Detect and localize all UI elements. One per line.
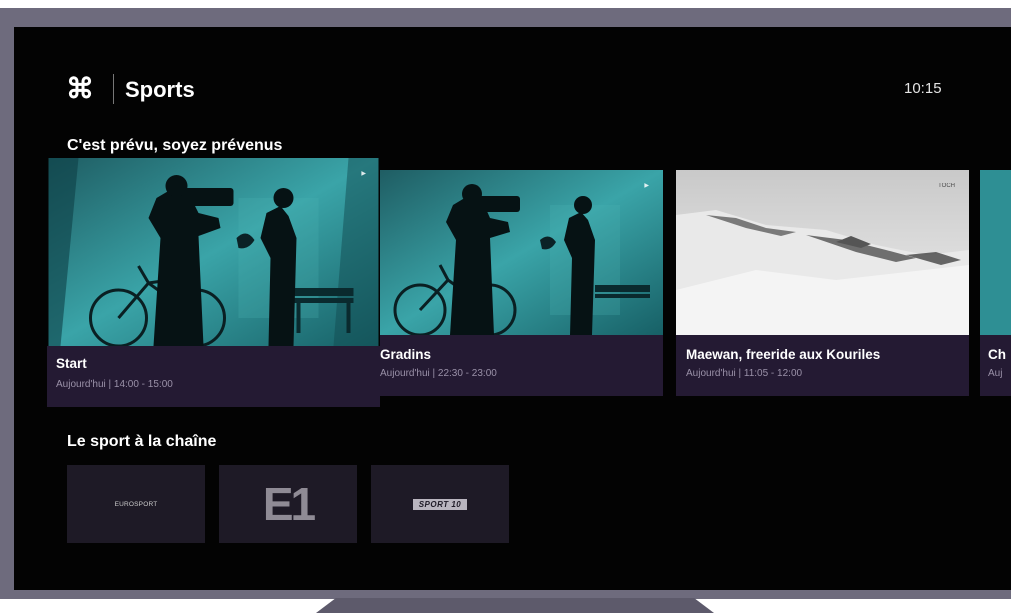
program-title: Gradins xyxy=(380,347,432,362)
page-title: Sports xyxy=(125,77,195,102)
program-title: Start xyxy=(56,356,87,371)
program-info: Gradins Aujourd'hui | 22:30 - 23:00 xyxy=(380,335,663,396)
program-info: Maewan, freeride aux Kouriles Aujourd'hu… xyxy=(676,335,969,396)
program-schedule: Aujourd'hui | 14:00 - 15:00 xyxy=(56,379,173,390)
program-thumbnail: ▶ xyxy=(47,158,380,346)
program-thumbnail: TOCH xyxy=(676,170,969,335)
program-info: Ch Auj xyxy=(980,335,1011,396)
program-title: Maewan, freeride aux Kouriles xyxy=(686,347,881,362)
program-card-partial[interactable]: Ch Auj xyxy=(980,170,1011,396)
tv-stand xyxy=(316,598,714,613)
program-card-start[interactable]: ▶ Start Aujourd'hui | 14:00 - 15:00 xyxy=(47,158,380,407)
play-badge-icon: ▶ xyxy=(644,183,649,189)
tv-frame: ⌘ Sports 10:15 C'est prévu, soyez préven… xyxy=(0,8,1011,599)
clock: 10:15 xyxy=(904,80,942,97)
channel-tile-eurosport[interactable]: EUROSPORT xyxy=(67,465,205,543)
program-schedule: Aujourd'hui | 11:05 - 12:00 xyxy=(686,368,803,379)
program-schedule: Aujourd'hui | 22:30 - 23:00 xyxy=(380,368,497,379)
program-card-gradins[interactable]: ▶ Gradins Aujourd'hui | 22:30 - 23:00 xyxy=(380,170,663,396)
program-card-maewan[interactable]: TOCH Maewan, freeride aux Kouriles Aujou… xyxy=(676,170,969,396)
program-info: Start Aujourd'hui | 14:00 - 15:00 xyxy=(47,346,380,407)
channel-badge: TOCH xyxy=(938,183,955,189)
play-badge-icon: ▶ xyxy=(361,171,366,177)
program-thumbnail xyxy=(980,170,1011,335)
tv-screen: ⌘ Sports 10:15 C'est prévu, soyez préven… xyxy=(14,27,1011,590)
program-schedule: Auj xyxy=(988,368,1003,379)
section-title-channels: Le sport à la chaîne xyxy=(67,433,217,450)
channel-tile-e1[interactable]: E1 xyxy=(219,465,357,543)
sport-logo-icon: SPORT 10 xyxy=(412,498,468,510)
program-title: Ch xyxy=(988,347,1006,362)
e1-logo-icon: E1 xyxy=(262,478,316,530)
title-divider xyxy=(113,74,114,104)
app-logo-icon: ⌘ xyxy=(66,73,94,104)
program-thumbnail: ▶ xyxy=(380,170,663,335)
channel-tile-sport[interactable]: SPORT 10 xyxy=(371,465,509,543)
eurosport-logo-icon: EUROSPORT xyxy=(114,500,158,508)
section-title-scheduled: C'est prévu, soyez prévenus xyxy=(67,137,283,154)
